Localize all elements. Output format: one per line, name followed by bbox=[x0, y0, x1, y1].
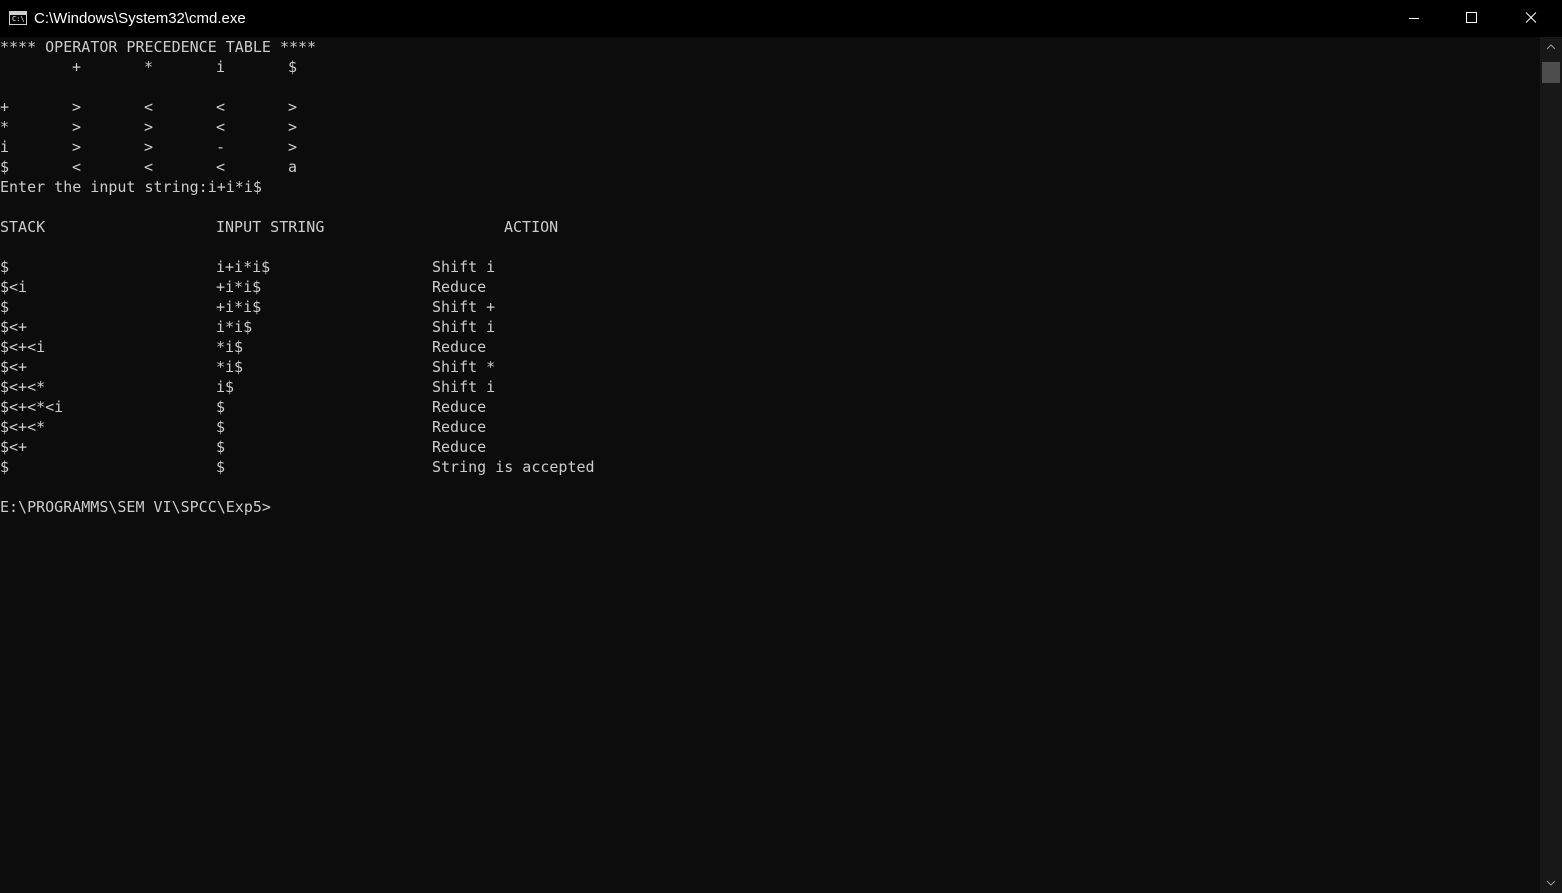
input-cell: $ bbox=[216, 398, 226, 416]
relation-cell: < bbox=[144, 98, 154, 116]
relation-cell: < bbox=[216, 98, 226, 116]
input-cell: $ bbox=[216, 418, 226, 436]
relation-cell: < bbox=[72, 158, 82, 176]
stack-cell: $<+<* bbox=[0, 418, 46, 436]
action-cell: Shift i bbox=[432, 318, 496, 336]
arrow-down-icon bbox=[1546, 880, 1556, 886]
precedence-row: i > > - > bbox=[0, 137, 1540, 157]
stack-cell: $<+ bbox=[0, 438, 28, 456]
cmd-window: C:\ C:\Windows\System32\cmd.exe **** OPE… bbox=[0, 0, 1562, 893]
parse-row: $ $ String is accepted bbox=[0, 457, 1540, 477]
row-symbol: + bbox=[0, 98, 10, 116]
parse-row: $<+<* i$ Shift i bbox=[0, 377, 1540, 397]
relation-cell: > bbox=[144, 138, 154, 156]
scroll-up-button[interactable] bbox=[1540, 37, 1562, 57]
relation-cell: a bbox=[288, 158, 298, 176]
arrow-up-icon bbox=[1546, 44, 1556, 50]
input-cell: +i*i$ bbox=[216, 278, 262, 296]
relation-cell: > bbox=[288, 138, 298, 156]
scroll-down-button[interactable] bbox=[1540, 873, 1562, 893]
parse-row: $<+ *i$ Shift * bbox=[0, 357, 1540, 377]
action-cell: Shift * bbox=[432, 358, 496, 376]
action-header: ACTION bbox=[504, 218, 559, 236]
stack-cell: $ bbox=[0, 298, 10, 316]
parse-row: $<+ i*i$ Shift i bbox=[0, 317, 1540, 337]
parse-row: $<+<*<i $ Reduce bbox=[0, 397, 1540, 417]
scrollbar-thumb[interactable] bbox=[1542, 62, 1560, 83]
stack-cell: $<+<* bbox=[0, 378, 46, 396]
stack-cell: $ bbox=[0, 258, 10, 276]
parse-row: $<+<i *i$ Reduce bbox=[0, 337, 1540, 357]
relation-cell: > bbox=[288, 118, 298, 136]
precedence-row: + > < < > bbox=[0, 97, 1540, 117]
action-cell: Reduce bbox=[432, 278, 487, 296]
column-header: i bbox=[216, 58, 226, 76]
precedence-row: * > > < > bbox=[0, 117, 1540, 137]
relation-cell: < bbox=[216, 118, 226, 136]
action-cell: Reduce bbox=[432, 438, 487, 456]
row-symbol: i bbox=[0, 138, 10, 156]
minimize-icon bbox=[1409, 18, 1419, 19]
input-cell: $ bbox=[216, 458, 226, 476]
input-cell: +i*i$ bbox=[216, 298, 262, 316]
minimize-button[interactable] bbox=[1385, 0, 1443, 37]
action-cell: Reduce bbox=[432, 418, 487, 436]
relation-cell: < bbox=[144, 158, 154, 176]
stack-cell: $<+ bbox=[0, 318, 28, 336]
parse-row: $<i +i*i$ Reduce bbox=[0, 277, 1540, 297]
column-header: + bbox=[72, 58, 82, 76]
action-cell: String is accepted bbox=[432, 458, 595, 476]
parse-row: $<+<* $ Reduce bbox=[0, 417, 1540, 437]
action-cell: Reduce bbox=[432, 338, 487, 356]
maximize-icon bbox=[1466, 12, 1477, 23]
cmd-app-icon[interactable]: C:\ bbox=[9, 11, 27, 25]
precedence-row: $ < < < a bbox=[0, 157, 1540, 177]
column-header: * bbox=[144, 58, 154, 76]
console-output[interactable]: **** OPERATOR PRECEDENCE TABLE **** + * … bbox=[0, 37, 1540, 893]
relation-cell: > bbox=[72, 118, 82, 136]
action-cell: Shift i bbox=[432, 258, 496, 276]
relation-cell: > bbox=[288, 98, 298, 116]
relation-cell: > bbox=[72, 98, 82, 116]
stack-cell: $<+<*<i bbox=[0, 398, 64, 416]
row-symbol: * bbox=[0, 118, 10, 136]
stack-cell: $<i bbox=[0, 278, 28, 296]
stack-cell: $<+ bbox=[0, 358, 28, 376]
input-string-header: INPUT STRING bbox=[216, 218, 325, 236]
action-cell: Shift + bbox=[432, 298, 496, 316]
stack-cell: $ bbox=[0, 458, 10, 476]
parse-row: $ +i*i$ Shift + bbox=[0, 297, 1540, 317]
input-cell: i*i$ bbox=[216, 318, 253, 336]
stack-cell: $<+<i bbox=[0, 338, 46, 356]
input-cell: $ bbox=[216, 438, 226, 456]
precedence-table-title: **** OPERATOR PRECEDENCE TABLE **** bbox=[0, 38, 317, 56]
action-cell: Shift i bbox=[432, 378, 496, 396]
stack-header: STACK bbox=[0, 218, 46, 236]
cmd-app-icon-glyph: C:\ bbox=[12, 15, 25, 23]
row-symbol: $ bbox=[0, 158, 10, 176]
parse-table-headers: STACK INPUT STRING ACTION bbox=[0, 217, 1540, 237]
relation-cell: < bbox=[216, 158, 226, 176]
vertical-scrollbar[interactable] bbox=[1540, 37, 1562, 893]
input-prompt: Enter the input string:i+i*i$ bbox=[0, 178, 262, 196]
column-header: $ bbox=[288, 58, 298, 76]
close-icon bbox=[1525, 12, 1537, 23]
window-title: C:\Windows\System32\cmd.exe bbox=[34, 10, 246, 27]
shell-prompt[interactable]: E:\PROGRAMMS\SEM VI\SPCC\Exp5> bbox=[0, 497, 1540, 517]
relation-cell: > bbox=[72, 138, 82, 156]
action-cell: Reduce bbox=[432, 398, 487, 416]
input-cell: *i$ bbox=[216, 338, 244, 356]
relation-cell: - bbox=[216, 138, 226, 156]
relation-cell: > bbox=[144, 118, 154, 136]
title-bar[interactable]: C:\ C:\Windows\System32\cmd.exe bbox=[0, 0, 1562, 37]
input-cell: i$ bbox=[216, 378, 235, 396]
parse-row: $ i+i*i$ Shift i bbox=[0, 257, 1540, 277]
parse-row: $<+ $ Reduce bbox=[0, 437, 1540, 457]
input-cell: *i$ bbox=[216, 358, 244, 376]
input-cell: i+i*i$ bbox=[216, 258, 271, 276]
close-button[interactable] bbox=[1501, 0, 1562, 37]
maximize-button[interactable] bbox=[1443, 0, 1501, 37]
precedence-column-headers: + * i $ bbox=[0, 57, 1540, 77]
